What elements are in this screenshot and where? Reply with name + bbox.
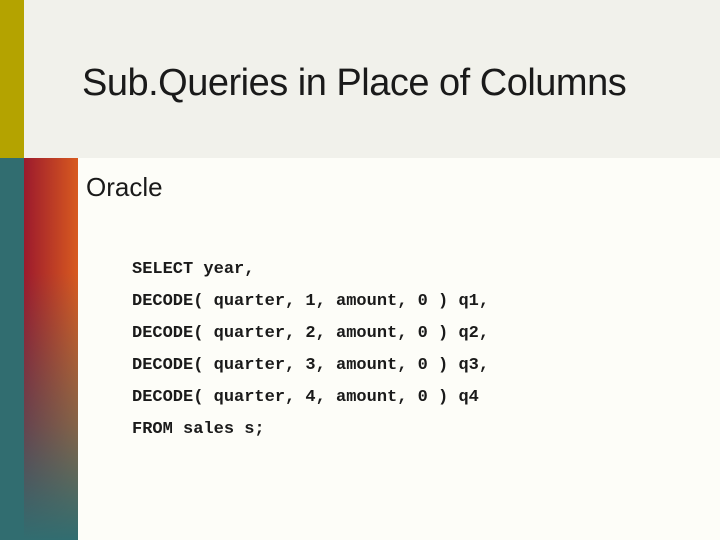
code-line: DECODE( quarter, 2, amount, 0 ) q2, bbox=[132, 324, 489, 343]
left-accent-bar bbox=[0, 0, 24, 158]
slide-title: Sub.Queries in Place of Columns bbox=[82, 62, 626, 105]
code-line: DECODE( quarter, 3, amount, 0 ) q3, bbox=[132, 356, 489, 375]
gradient-strip bbox=[24, 158, 78, 540]
code-line: DECODE( quarter, 1, amount, 0 ) q1, bbox=[132, 292, 489, 311]
code-line: SELECT year, bbox=[132, 260, 254, 279]
code-line: FROM sales s; bbox=[132, 420, 265, 439]
slide-container: Sub.Queries in Place of Columns Oracle S… bbox=[0, 0, 720, 540]
slide-subtitle: Oracle bbox=[86, 172, 163, 203]
code-block: SELECT year, DECODE( quarter, 1, amount,… bbox=[132, 222, 489, 478]
code-line: DECODE( quarter, 4, amount, 0 ) q4 bbox=[132, 388, 479, 407]
